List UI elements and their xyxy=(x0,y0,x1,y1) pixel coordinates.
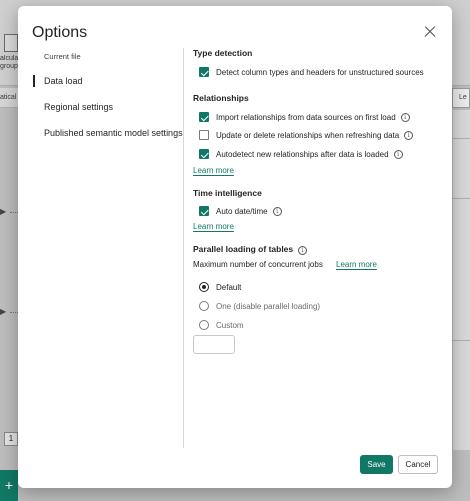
add-page-button: + xyxy=(0,470,18,501)
radio-one[interactable] xyxy=(199,301,209,311)
calculator-icon xyxy=(4,34,18,52)
import-relationships-label: Import relationships from data sources o… xyxy=(216,112,396,122)
auto-date-time-checkbox[interactable] xyxy=(199,206,209,216)
options-dialog: Options Current file Data load Regional … xyxy=(18,6,452,488)
radio-default-row[interactable]: Default xyxy=(199,280,241,294)
radio-custom[interactable] xyxy=(199,320,209,330)
radio-default-label: Default xyxy=(216,282,242,292)
detect-column-types-label: Detect column types and headers for unst… xyxy=(216,67,424,77)
parallel-loading-title-text: Parallel loading of tables xyxy=(193,244,294,254)
info-icon[interactable]: i xyxy=(393,149,403,159)
relationships-title: Relationships xyxy=(193,93,249,103)
right-panel xyxy=(452,110,470,450)
radio-custom-row[interactable]: Custom xyxy=(199,318,244,332)
autodetect-relationships-checkbox[interactable] xyxy=(199,149,209,159)
parallel-loading-title: Parallel loading of tables i xyxy=(193,244,308,255)
radio-one-row[interactable]: One (disable parallel loading) xyxy=(199,299,320,313)
divider xyxy=(452,340,470,341)
nav-divider xyxy=(183,48,184,448)
time-intelligence-learn-more-link[interactable]: Learn more xyxy=(193,222,234,231)
expand-arrow-icon: ▶ xyxy=(0,306,18,318)
info-icon[interactable]: i xyxy=(404,130,414,140)
autodetect-relationships-row[interactable]: Autodetect new relationships after data … xyxy=(199,147,403,161)
update-relationships-label: Update or delete relationships when refr… xyxy=(216,130,400,140)
type-detection-title: Type detection xyxy=(193,48,253,58)
info-icon[interactable]: i xyxy=(298,246,308,255)
right-strip-text: Le xyxy=(452,88,470,108)
custom-jobs-input[interactable] xyxy=(193,335,235,354)
update-relationships-row[interactable]: Update or delete relationships when refr… xyxy=(199,128,414,142)
dialog-title: Options xyxy=(32,24,88,41)
info-icon[interactable]: i xyxy=(400,112,410,122)
nav-item-data-load[interactable]: Data load xyxy=(18,68,182,94)
radio-custom-label: Custom xyxy=(216,320,244,330)
close-icon[interactable] xyxy=(422,24,438,40)
detect-column-types-checkbox[interactable] xyxy=(199,67,209,77)
expand-arrow-icon: ▶ xyxy=(0,206,18,218)
left-strip-text: atical xyxy=(0,88,18,108)
options-nav: Current file Data load Regional settings… xyxy=(18,46,183,146)
calc-label: alcula group xyxy=(0,55,19,70)
detect-column-types-row[interactable]: Detect column types and headers for unst… xyxy=(199,65,424,79)
import-relationships-row[interactable]: Import relationships from data sources o… xyxy=(199,110,410,124)
divider xyxy=(452,138,470,139)
nav-item-regional-settings[interactable]: Regional settings xyxy=(18,94,182,120)
save-button[interactable]: Save xyxy=(360,455,393,474)
nav-item-published-semantic-model-settings[interactable]: Published semantic model settings xyxy=(18,120,183,146)
info-icon[interactable]: i xyxy=(272,206,282,216)
page-number: 1 xyxy=(4,432,18,446)
auto-date-time-label: Auto date/time xyxy=(216,206,268,216)
divider xyxy=(452,198,470,199)
relationships-learn-more-link[interactable]: Learn more xyxy=(193,166,234,175)
cancel-button[interactable]: Cancel xyxy=(398,455,438,474)
radio-default[interactable] xyxy=(199,282,209,292)
radio-one-label: One (disable parallel loading) xyxy=(216,301,321,311)
time-intelligence-title: Time intelligence xyxy=(193,188,262,198)
import-relationships-checkbox[interactable] xyxy=(199,112,209,122)
update-relationships-checkbox[interactable] xyxy=(199,130,209,140)
auto-date-time-row[interactable]: Auto date/time i xyxy=(199,204,282,218)
concurrent-jobs-label: Maximum number of concurrent jobs xyxy=(193,260,323,269)
autodetect-relationships-label: Autodetect new relationships after data … xyxy=(216,149,389,159)
parallel-loading-learn-more-link[interactable]: Learn more xyxy=(336,260,377,269)
nav-heading: Current file xyxy=(44,52,81,61)
